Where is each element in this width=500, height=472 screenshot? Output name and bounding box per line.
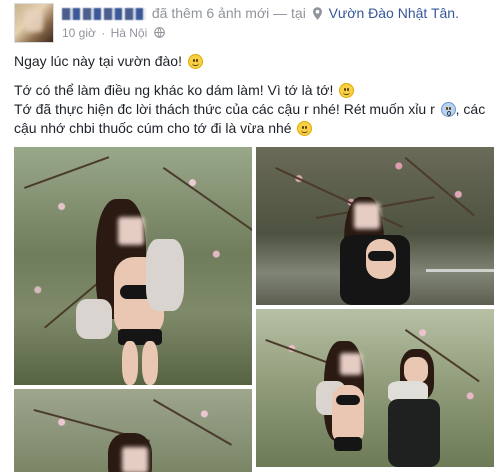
avatar[interactable] bbox=[14, 3, 54, 43]
post-title-line: đã thêm 6 ảnh mới — tại Vườn Đào Nhật Tâ… bbox=[62, 5, 459, 21]
post-body: Ngay lúc này tại vườn đào! Tớ có thể làm… bbox=[14, 52, 494, 138]
author-name-blurred[interactable] bbox=[62, 8, 146, 21]
grin-emoji-icon bbox=[187, 54, 203, 69]
added-photos-text: đã thêm 6 ảnh mới — tại bbox=[151, 5, 306, 21]
post-photo-1[interactable] bbox=[14, 147, 252, 385]
meta-separator: · bbox=[101, 26, 106, 40]
post-photo-4[interactable] bbox=[14, 389, 252, 472]
post-photo-3[interactable] bbox=[256, 309, 494, 467]
location-link[interactable]: Vườn Đào Nhật Tân. bbox=[329, 5, 459, 21]
post-header: đã thêm 6 ảnh mới — tại Vườn Đào Nhật Tâ… bbox=[14, 2, 494, 46]
post-line-2: Tớ có thể làm điều ng khác ko dám làm! V… bbox=[14, 81, 494, 100]
facebook-post: đã thêm 6 ảnh mới — tại Vườn Đào Nhật Tâ… bbox=[0, 0, 500, 472]
scream-emoji-icon bbox=[440, 102, 456, 117]
post-line-1: Ngay lúc này tại vườn đào! bbox=[14, 52, 494, 71]
location-pin-icon bbox=[312, 7, 322, 20]
post-photo-2[interactable] bbox=[256, 147, 494, 305]
wink-emoji-icon bbox=[339, 83, 355, 98]
post-meta: 10 giờ · Hà Nội bbox=[62, 26, 165, 40]
post-place[interactable]: Hà Nội bbox=[111, 26, 148, 40]
post-time[interactable]: 10 giờ bbox=[62, 26, 96, 40]
globe-icon[interactable] bbox=[153, 27, 165, 38]
laugh-emoji-icon bbox=[297, 121, 313, 136]
post-line-3: Tớ đã thực hiện đc lời thách thức của cá… bbox=[14, 101, 486, 136]
